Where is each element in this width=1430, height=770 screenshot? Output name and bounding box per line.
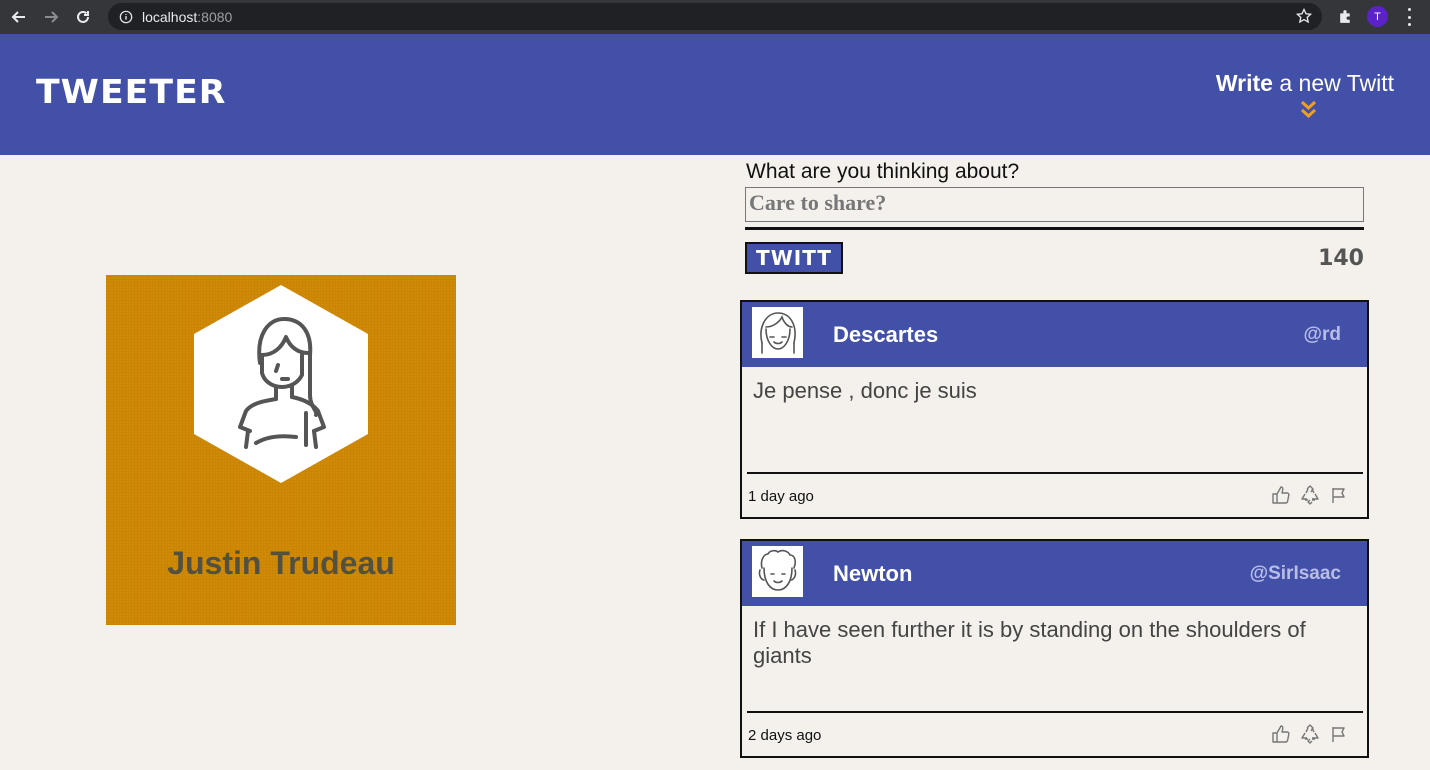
browser-toolbar: localhost:8080 T (0, 0, 1430, 34)
tweet-divider (747, 711, 1363, 713)
tweet-text: If I have seen further it is by standing… (753, 617, 1306, 668)
tweet-timestamp: 1 day ago (748, 488, 814, 505)
user-avatar[interactable] (752, 307, 803, 358)
like-button[interactable] (1271, 485, 1291, 505)
reload-button[interactable] (70, 4, 96, 30)
twitt-button[interactable]: TWITT (745, 242, 843, 274)
tweet-author-handle: @rd (1303, 324, 1341, 345)
tweet-header: Newton @SirIsaac (742, 541, 1367, 606)
composer-divider (745, 227, 1364, 230)
forward-button[interactable] (38, 4, 64, 30)
extensions-puzzle-icon[interactable] (1337, 8, 1354, 25)
reload-icon (77, 10, 89, 23)
double-chevron-down-icon[interactable] (1299, 99, 1318, 121)
profile-avatar[interactable]: T (1367, 6, 1388, 27)
recycle-icon (1301, 724, 1319, 744)
app-logo[interactable]: TWEETER (36, 72, 227, 111)
info-icon[interactable] (118, 9, 134, 25)
recycle-icon (1301, 485, 1319, 505)
user-avatar[interactable] (752, 546, 803, 597)
char-counter: 140 (1318, 246, 1364, 271)
like-button[interactable] (1271, 724, 1291, 744)
thumbs-up-icon (1272, 725, 1290, 743)
profile-name: Justin Trudeau (167, 545, 395, 581)
tweet-divider (747, 472, 1363, 474)
tweet-actions (1271, 724, 1349, 744)
flag-button[interactable] (1329, 724, 1349, 744)
composer-label: What are you thinking about? (746, 160, 1020, 183)
bookmark-star-icon[interactable] (1296, 8, 1312, 24)
thumbs-up-icon (1272, 486, 1290, 504)
flag-icon (1332, 727, 1345, 742)
girl-face-avatar-icon (760, 312, 796, 354)
tweet-author-handle: @SirIsaac (1249, 563, 1341, 584)
tweet-timestamp: 2 days ago (748, 727, 822, 744)
curly-hair-avatar-icon (758, 549, 797, 591)
address-bar[interactable]: localhost:8080 (108, 3, 1322, 30)
tweet-author-name: Descartes (833, 322, 939, 347)
tweet-text: Je pense , donc je suis (753, 378, 977, 403)
profile-avatar-hexagon (194, 285, 368, 483)
profile-card: Justin Trudeau (106, 275, 456, 625)
write-new-twitt-toggle[interactable]: Write a new Twitt (1216, 70, 1394, 97)
tweet-card: Newton @SirIsaac If I have seen further … (740, 539, 1369, 758)
retweet-button[interactable] (1300, 485, 1320, 505)
tweet-author-name: Newton (833, 561, 913, 586)
tweet-actions (1271, 485, 1349, 505)
kebab-menu-icon[interactable] (1401, 8, 1417, 26)
arrow-left-icon (11, 11, 25, 23)
arrow-right-icon (45, 11, 59, 23)
back-button[interactable] (6, 4, 32, 30)
tweet-card: Descartes @rd Je pense , donc je suis 1 … (740, 300, 1369, 519)
url-text: localhost:8080 (142, 8, 233, 25)
tweet-input[interactable] (745, 187, 1364, 222)
flag-icon (1332, 488, 1345, 503)
flag-button[interactable] (1329, 485, 1349, 505)
retweet-button[interactable] (1300, 724, 1320, 744)
tweet-header: Descartes @rd (742, 302, 1367, 367)
